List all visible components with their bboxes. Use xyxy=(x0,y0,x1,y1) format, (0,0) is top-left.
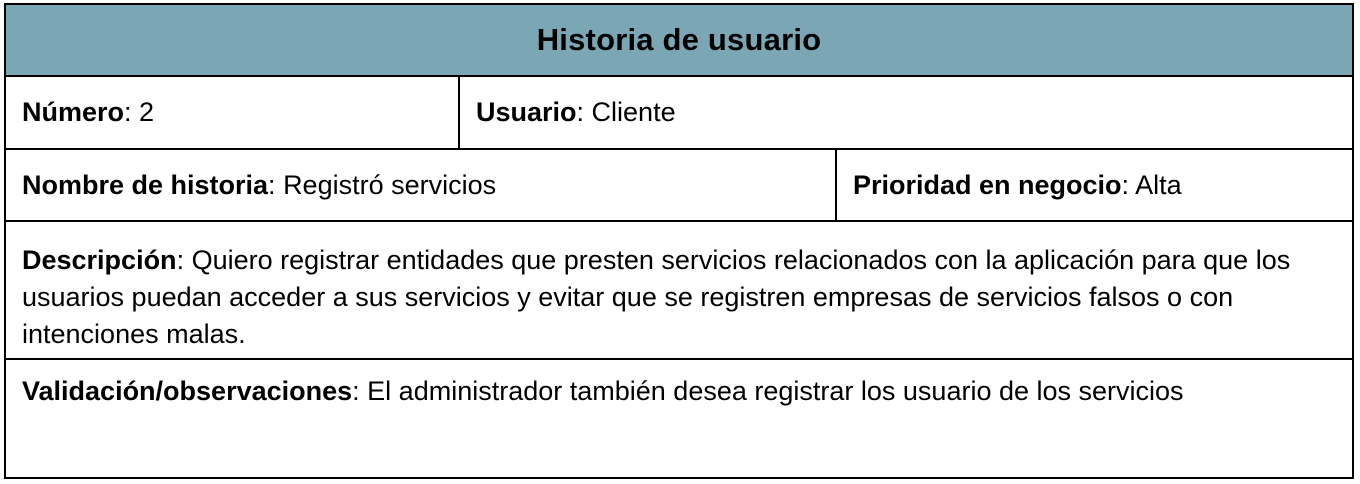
numero-label: Número xyxy=(22,97,125,127)
usuario-label: Usuario xyxy=(476,97,577,127)
prioridad-value: Alta xyxy=(1135,169,1182,200)
prioridad-cell: Prioridad en negocio: Alta xyxy=(835,150,1352,220)
descripcion-value: Quiero registrar entidades que presten s… xyxy=(22,245,1291,349)
descripcion-label: Descripción xyxy=(22,245,177,275)
nombre-cell: Nombre de historia: Registró servicios xyxy=(6,150,835,220)
story-row-description: Descripción: Quiero registrar entidades … xyxy=(6,222,1352,360)
numero-value: 2 xyxy=(139,97,155,127)
numero-cell: Número: 2 xyxy=(6,77,458,148)
prioridad-separator: : xyxy=(1121,169,1136,200)
numero-separator: : xyxy=(124,97,140,127)
validacion-cell: Validación/observaciones: El administrad… xyxy=(6,360,1352,477)
usuario-separator: : xyxy=(576,97,592,127)
nombre-separator: : xyxy=(268,169,284,200)
nombre-label: Nombre de historia xyxy=(22,169,269,200)
validacion-separator: : xyxy=(352,376,368,406)
validacion-label: Validación/observaciones xyxy=(22,376,353,406)
story-row-number-user: Número: 2 Usuario: Cliente xyxy=(6,77,1352,150)
story-header: Historia de usuario xyxy=(6,5,1352,77)
usuario-value: Cliente xyxy=(591,97,676,127)
validacion-value: El administrador también desea registrar… xyxy=(367,376,1184,406)
nombre-value: Registró servicios xyxy=(283,169,497,200)
prioridad-label: Prioridad en negocio xyxy=(853,169,1122,200)
usuario-cell: Usuario: Cliente xyxy=(458,77,1352,148)
story-row-name-priority: Nombre de historia: Registró servicios P… xyxy=(6,150,1352,222)
descripcion-cell: Descripción: Quiero registrar entidades … xyxy=(6,222,1352,358)
story-row-validation: Validación/observaciones: El administrad… xyxy=(6,360,1352,477)
descripcion-separator: : xyxy=(176,245,192,275)
story-title: Historia de usuario xyxy=(536,22,822,57)
user-story-card: Historia de usuario Número: 2 Usuario: C… xyxy=(4,3,1354,479)
